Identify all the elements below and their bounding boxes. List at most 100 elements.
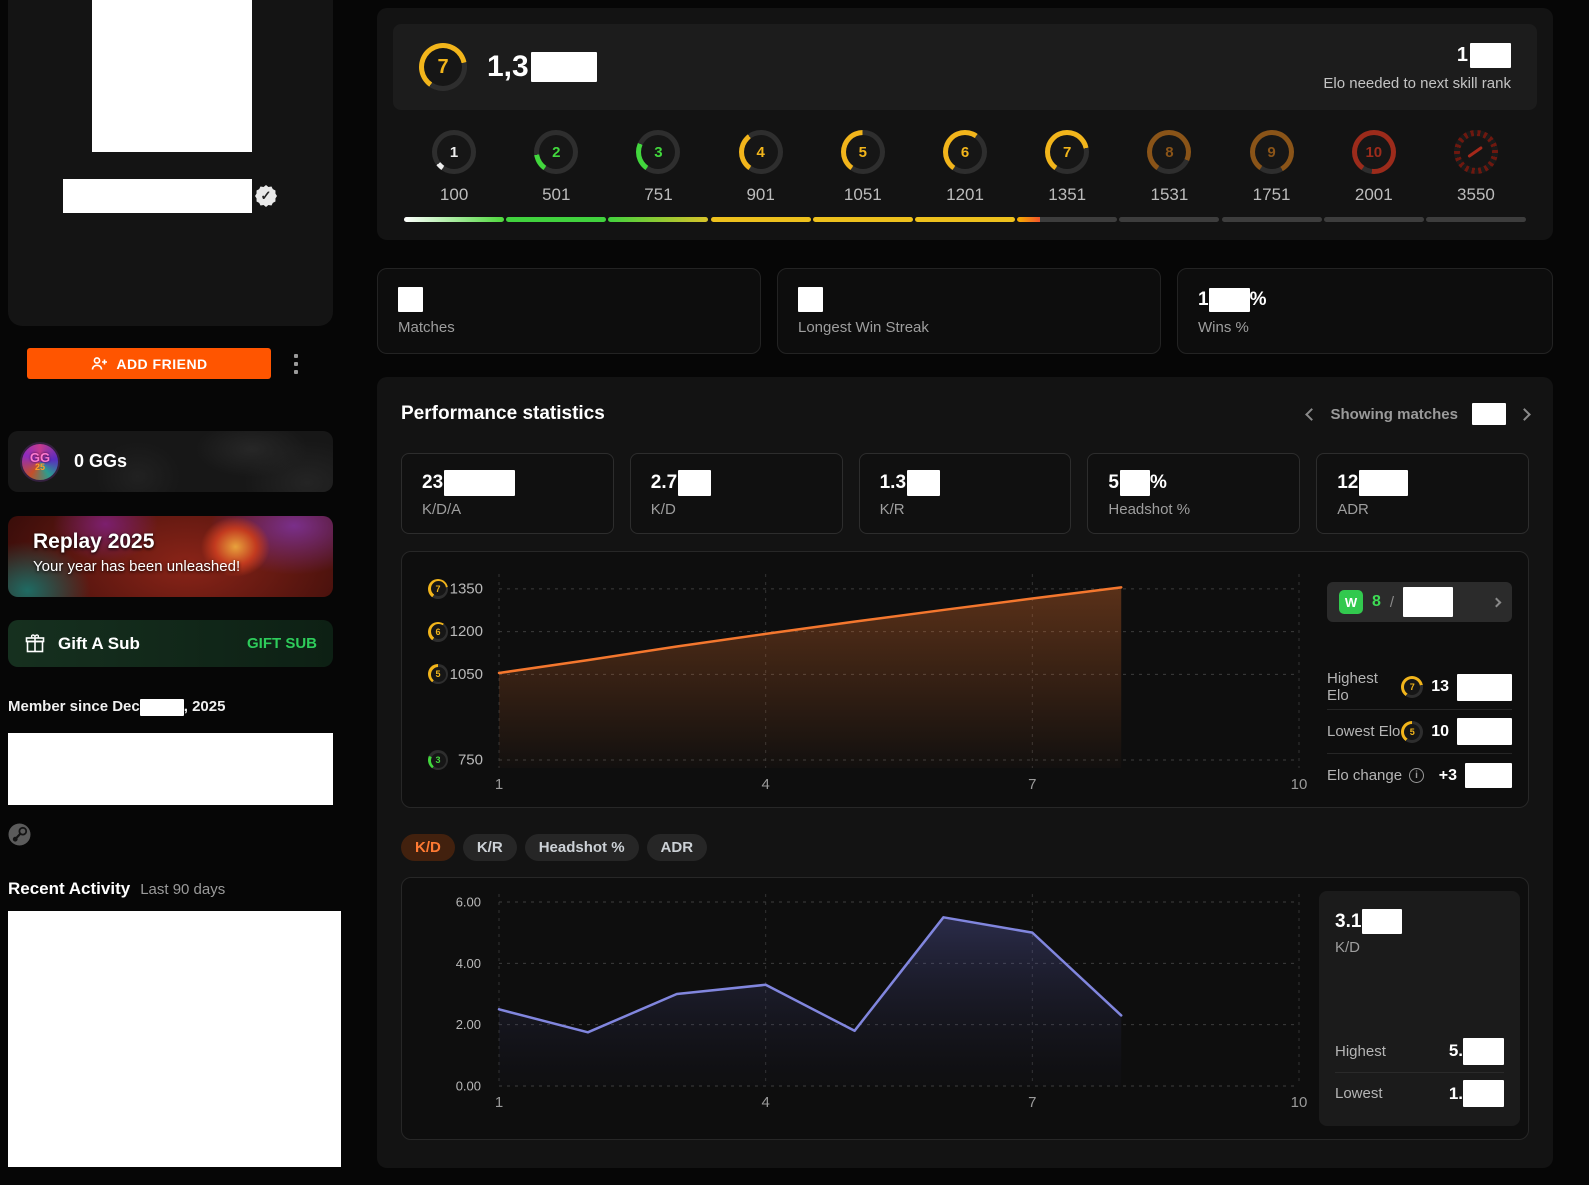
lowest-elo-value: 5 10 (1401, 718, 1512, 745)
kda-stat-card: 23 K/D/A (401, 453, 614, 534)
kd-lowest-redacted (1463, 1080, 1504, 1107)
performance-statistics-section: Performance statistics Showing matches 2… (377, 377, 1553, 1168)
skill-level-5: 5 1051 (812, 130, 914, 222)
lowest-elo-label: Lowest Elo (1327, 723, 1401, 740)
kd-average-value: 3.1 (1335, 909, 1504, 934)
skill-level-8: 8 1531 (1118, 130, 1220, 222)
next-matches-chevron-icon[interactable] (1518, 407, 1531, 421)
elo-change-row: Elo change i +3 (1327, 753, 1512, 797)
replay-2025-banner[interactable]: Replay 2025 Your year has been unleashed… (8, 516, 333, 597)
level-1-threshold: 100 (439, 185, 469, 204)
elo-stats-rows: Highest Elo 7 13 Lowest Elo 5 10 Elo cha… (1327, 665, 1512, 797)
svg-text:1200: 1200 (450, 623, 483, 640)
stats-main: 7 1,3 1 Elo needed to next skill rank 1 … (377, 0, 1553, 1185)
tab-adr[interactable]: ADR (646, 834, 708, 861)
win-badge: W (1339, 590, 1363, 614)
recent-activity-range: Last 90 days (140, 880, 226, 898)
performance-stat-cards: 23 K/D/A 2.7 K/D 1.3 K/R 5% Headshot % 1… (401, 453, 1529, 534)
elo-side-panel: W 8 / Highest Elo 7 13 Lowest Elo 5 10 E… (1319, 552, 1528, 807)
kda-value: 23 (422, 470, 593, 496)
level-10-threshold: 2001 (1354, 185, 1393, 204)
kd-side-panel: 3.1 K/D Highest 5. Lowest 1. (1319, 878, 1536, 1139)
level-9-threshold: 1751 (1252, 185, 1291, 204)
level-6-progressbar (915, 217, 1016, 222)
level-2-badge: 2 (534, 130, 579, 174)
performance-title: Performance statistics (401, 403, 605, 424)
svg-text:10: 10 (1291, 1094, 1308, 1111)
level-3-badge: 3 (636, 130, 681, 174)
svg-text:4: 4 (761, 776, 769, 793)
avatar (92, 0, 252, 152)
headshot-stat-card: 5% Headshot % (1087, 453, 1301, 534)
member-since-day-redacted (139, 698, 184, 716)
svg-text:1: 1 (495, 776, 503, 793)
kd-average-redacted (1362, 909, 1403, 934)
kr-value: 1.3 (880, 470, 1051, 496)
matches-label: Matches (398, 319, 455, 336)
kd-per-match-chart: 1 4 7 10 6.00 4.00 2.00 0.00 (402, 878, 1319, 1139)
tab-kr[interactable]: K/R (462, 834, 517, 861)
wins-percent-value: 1% (1198, 287, 1532, 312)
highest-elo-redacted (1457, 673, 1512, 701)
level-7-axis-badge: 7 (428, 578, 448, 599)
kr-value-redacted (907, 470, 941, 496)
svg-text:1050: 1050 (450, 666, 483, 683)
adr-value: 12 (1337, 470, 1508, 496)
verified-badge-icon: ✓ (255, 185, 277, 207)
tab-kd[interactable]: K/D (401, 834, 455, 861)
level-6-threshold: 1201 (946, 185, 984, 204)
skill-level-6: 6 1201 (914, 130, 1016, 222)
level-8-threshold: 1531 (1150, 185, 1189, 204)
elo-change-label: Elo change (1327, 767, 1403, 784)
kd-lowest-row: Lowest 1. (1335, 1072, 1504, 1114)
replay-title: Replay 2025 (33, 530, 155, 553)
kd-chart-svg: 1 4 7 10 6.00 4.00 2.00 0.00 (456, 894, 1308, 1111)
longest-win-streak-value (798, 287, 1140, 312)
gg-logo-year: 25 (34, 461, 45, 472)
adr-label: ADR (1337, 501, 1369, 518)
matches-value-redacted (398, 287, 423, 312)
level-5-progressbar (812, 217, 913, 222)
member-since-suffix: , 2025 (183, 698, 226, 715)
svg-text:4.00: 4.00 (456, 956, 481, 971)
member-since-line: Member since Dec , 2025 (8, 698, 341, 716)
summary-cards-row: Matches Longest Win Streak 1% Wins % (377, 268, 1553, 354)
metric-tabs: K/D K/R Headshot % ADR (401, 834, 1529, 861)
elo-change-prefix: +3 (1438, 766, 1457, 784)
svg-text:0.00: 0.00 (456, 1079, 481, 1094)
add-friend-button[interactable]: ADD FRIEND (27, 348, 271, 379)
previous-matches-chevron-icon[interactable] (1305, 407, 1319, 421)
elo-change-value: +3 (1439, 763, 1512, 788)
gift-sub-button[interactable]: GIFT SUB (247, 635, 317, 652)
showing-matches-label: Showing matches (1330, 405, 1458, 423)
level-4-badge: 4 (738, 130, 783, 174)
kd-highest-row: Highest 5. (1335, 1030, 1504, 1072)
gg-count-card[interactable]: GG 25 0 GGs (8, 431, 333, 492)
info-icon[interactable]: i (1409, 768, 1425, 783)
level-9-progressbar (1221, 217, 1322, 222)
elo-history-chart-svg: 1 4 7 10 1350 1200 1050 750 (450, 574, 1307, 793)
level-5-threshold: 1051 (843, 185, 882, 204)
wins-percent-prefix: 1 (1198, 288, 1209, 310)
tab-headshot[interactable]: Headshot % (524, 834, 639, 861)
skill-level-10: 10 2001 (1323, 130, 1425, 222)
profile-info-redacted-block (8, 732, 333, 805)
level-7-mini-badge: 7 (1401, 676, 1424, 698)
level-7-progress-fill (1017, 217, 1041, 222)
level-8-progressbar (1119, 217, 1220, 222)
match-result-summary-button[interactable]: W 8 / (1327, 582, 1512, 622)
elo-needed-value: 1 (1323, 42, 1511, 68)
showing-matches-count-redacted (1472, 403, 1506, 425)
challenger-threshold: 3550 (1457, 185, 1495, 204)
level-4-threshold: 901 (746, 185, 775, 204)
level-6-badge: 6 (943, 130, 988, 174)
headshot-label: Headshot % (1108, 501, 1191, 518)
current-elo-value: 1,3 (487, 50, 597, 84)
more-options-button[interactable] (292, 352, 300, 376)
lowest-elo-prefix: 10 (1431, 722, 1449, 740)
loss-count-redacted (1403, 587, 1454, 617)
skill-level-7-badge-large: 7 (419, 43, 467, 91)
kd-lowest-label: Lowest (1335, 1085, 1383, 1102)
steam-icon[interactable] (8, 823, 31, 846)
elo-summary-bar: 7 1,3 1 Elo needed to next skill rank (393, 24, 1537, 110)
